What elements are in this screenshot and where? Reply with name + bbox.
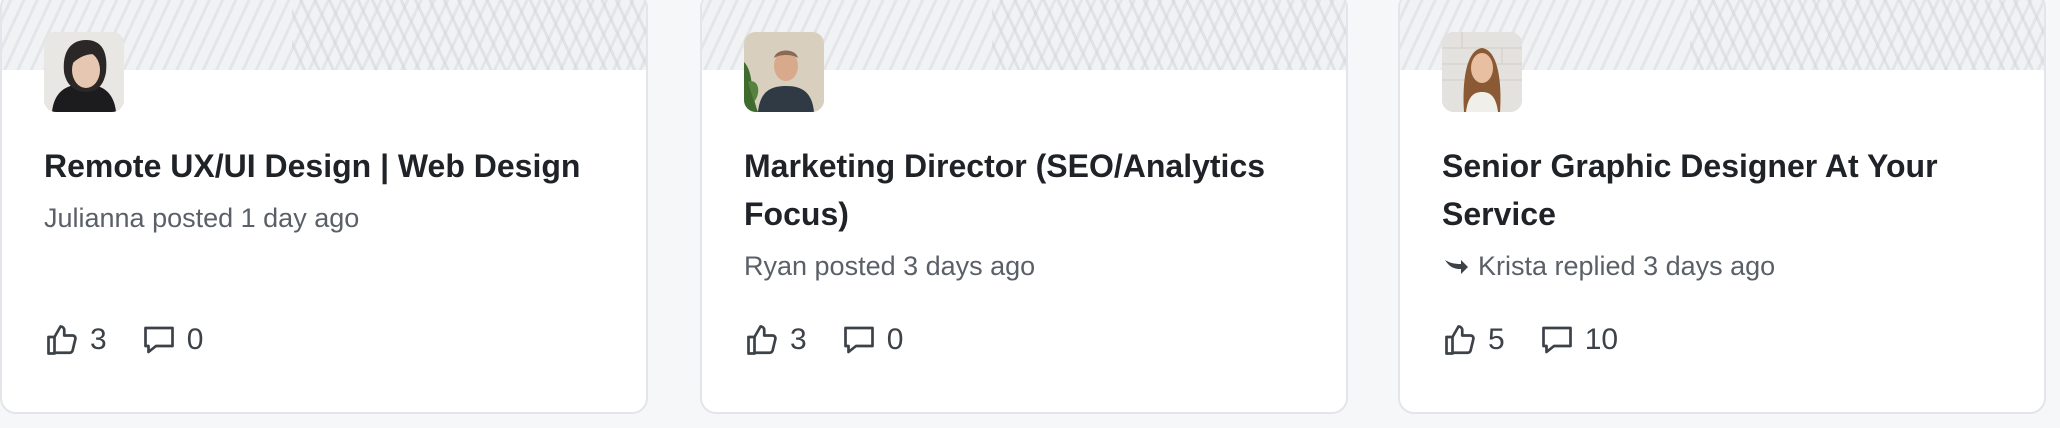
- topic-stats: 5 10: [1442, 322, 1652, 358]
- comment-button[interactable]: 10: [1539, 322, 1618, 358]
- thumbs-up-icon: [47, 325, 77, 355]
- avatar-image: [744, 32, 824, 112]
- avatar-image: [1442, 32, 1522, 112]
- reply-arrow-icon: [1445, 260, 1468, 274]
- meta-text: Krista replied 3 days ago: [1478, 251, 1776, 281]
- like-button[interactable]: 5: [1442, 322, 1505, 358]
- topic-stats: 3 0: [744, 322, 937, 358]
- comment-count: 10: [1584, 323, 1619, 356]
- like-count: 5: [1488, 323, 1505, 356]
- topic-title[interactable]: Senior Graphic Designer At Your Service: [1442, 142, 2002, 238]
- like-count: 3: [90, 323, 107, 356]
- topic-card[interactable]: Remote UX/UI Design | Web Design Juliann…: [0, 0, 648, 414]
- thumbs-up-icon: [747, 325, 777, 355]
- topic-card[interactable]: Senior Graphic Designer At Your Service …: [1398, 0, 2046, 414]
- like-count: 3: [790, 323, 807, 356]
- topic-meta: Krista replied 3 days ago: [1442, 248, 1775, 284]
- comment-icon: [1541, 326, 1572, 354]
- like-button[interactable]: 3: [744, 322, 807, 358]
- comment-button[interactable]: 0: [841, 322, 904, 358]
- topic-title[interactable]: Marketing Director (SEO/Analytics Focus): [744, 142, 1304, 238]
- comment-icon: [843, 326, 874, 354]
- meta-text: Julianna posted 1 day ago: [44, 203, 360, 233]
- topic-meta: Ryan posted 3 days ago: [744, 248, 1035, 284]
- avatar[interactable]: [44, 32, 124, 112]
- comment-icon: [143, 326, 174, 354]
- comment-button[interactable]: 0: [141, 322, 204, 358]
- meta-text: Ryan posted 3 days ago: [744, 251, 1036, 281]
- avatar[interactable]: [744, 32, 824, 112]
- comment-count: 0: [886, 323, 904, 356]
- thumbs-up-icon: [1445, 325, 1475, 355]
- topic-meta: Julianna posted 1 day ago: [44, 200, 359, 236]
- like-button[interactable]: 3: [44, 322, 107, 358]
- avatar-image: [44, 32, 124, 112]
- comment-count: 0: [186, 323, 204, 356]
- topic-title[interactable]: Remote UX/UI Design | Web Design: [44, 142, 604, 190]
- topic-card[interactable]: Marketing Director (SEO/Analytics Focus)…: [700, 0, 1348, 414]
- topic-stats: 3 0: [44, 322, 237, 358]
- avatar[interactable]: [1442, 32, 1522, 112]
